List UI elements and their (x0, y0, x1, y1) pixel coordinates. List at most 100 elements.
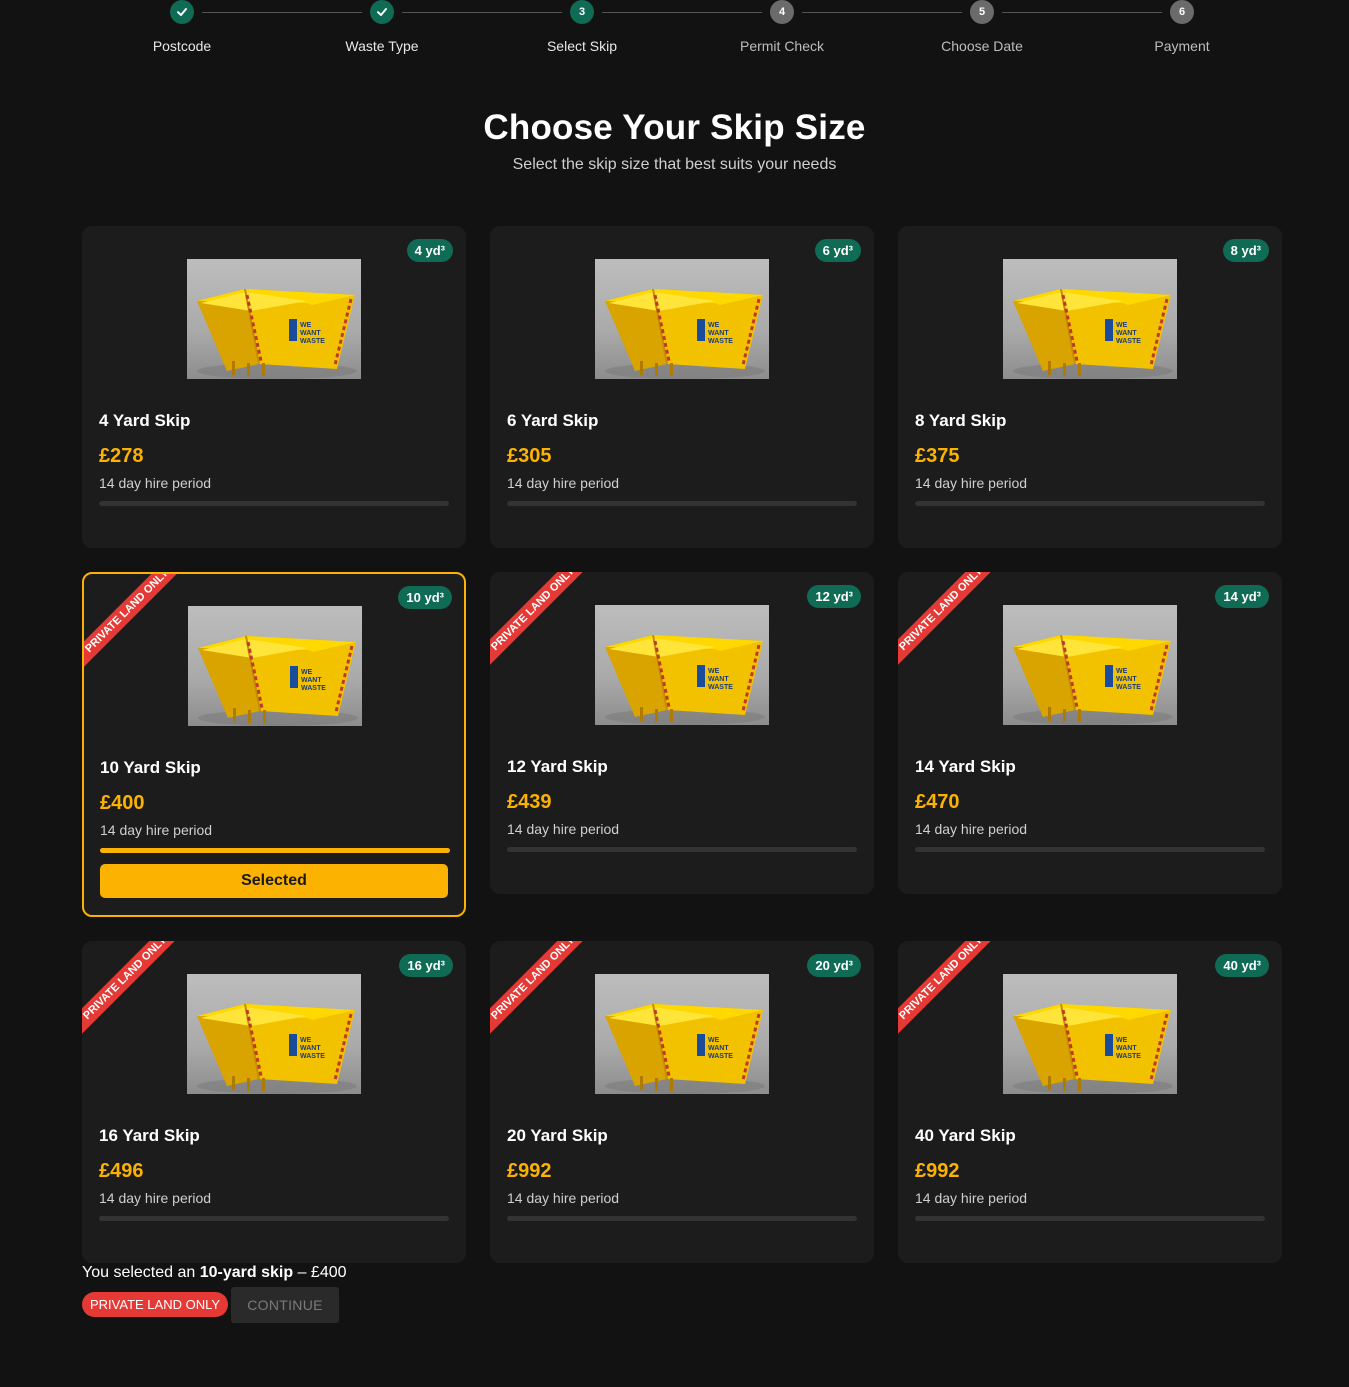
check-icon (370, 0, 394, 24)
step-label: Choose Date (941, 38, 1023, 54)
hire-period: 14 day hire period (507, 1190, 620, 1206)
skip-image: WE WANT WASTE (595, 259, 769, 379)
selection-bar (507, 501, 857, 506)
step-4: 4 Permit Check (682, 0, 882, 54)
step-number: 3 (570, 0, 594, 24)
size-badge: 14 yd³ (1215, 585, 1269, 608)
skip-title: 8 Yard Skip (915, 411, 1007, 430)
hire-period: 14 day hire period (99, 475, 212, 491)
skip-image: WE WANT WASTE (187, 974, 361, 1094)
private-land-ribbon: PRIVATE LAND ONLY (84, 574, 187, 671)
svg-text:WASTE: WASTE (1116, 684, 1141, 691)
size-badge: 40 yd³ (1215, 954, 1269, 977)
skip-card[interactable]: WE WANT WASTE PRIVATE LAND ONLY 12 yd³ 12 Yar… (490, 572, 874, 894)
hire-period: 14 day hire period (915, 475, 1028, 491)
skip-card[interactable]: WE WANT WASTE PRIVATE LAND ONLY 16 yd³ 16 Yar… (82, 941, 466, 1263)
step-label: Waste Type (345, 38, 419, 54)
step-1: Postcode (82, 0, 282, 54)
step-number: 6 (1170, 0, 1194, 24)
svg-text:WASTE: WASTE (708, 338, 733, 345)
private-land-ribbon: PRIVATE LAND ONLY (898, 572, 1001, 669)
skip-title: 6 Yard Skip (507, 411, 599, 430)
skip-price: £400 (100, 792, 145, 814)
skip-title: 10 Yard Skip (100, 758, 201, 777)
svg-text:WE: WE (300, 1037, 312, 1044)
hire-period: 14 day hire period (915, 821, 1028, 837)
selection-bar (915, 847, 1265, 852)
selection-bar (915, 1216, 1265, 1221)
skip-title: 4 Yard Skip (99, 411, 191, 430)
selection-summary: You selected an 10-yard skip – £400 (82, 1264, 347, 1282)
selected-button[interactable]: Selected (100, 864, 448, 898)
private-land-ribbon: PRIVATE LAND ONLY (82, 941, 185, 1038)
page-title: Choose Your Skip Size (483, 108, 866, 147)
skip-card[interactable]: WE WANT WASTE PRIVATE LAND ONLY 20 yd³ 20 Yar… (490, 941, 874, 1263)
page-heading: Choose Your Skip Size Select the skip si… (0, 108, 1349, 174)
continue-button[interactable]: CONTINUE (231, 1287, 339, 1323)
skip-price: £439 (507, 791, 552, 813)
skip-price: £305 (507, 445, 552, 467)
skip-title: 16 Yard Skip (99, 1126, 200, 1145)
private-land-ribbon: PRIVATE LAND ONLY (490, 941, 593, 1038)
skip-image: WE WANT WASTE (595, 605, 769, 725)
size-badge: 6 yd³ (814, 239, 861, 262)
step-number: 4 (770, 0, 794, 24)
private-land-pill: PRIVATE LAND ONLY (82, 1292, 229, 1317)
skip-card[interactable]: WE WANT WASTE 6 yd³ 6 Yard Skip £305 14 day hi… (490, 226, 874, 548)
skip-price: £375 (915, 445, 960, 467)
step-number: 5 (970, 0, 994, 24)
skip-image: WE WANT WASTE (187, 259, 361, 379)
skip-card[interactable]: WE WANT WASTE PRIVATE LAND ONLY 10 yd³ 10 Yar… (82, 572, 466, 917)
skip-price: £992 (507, 1160, 552, 1182)
svg-text:WASTE: WASTE (1116, 338, 1141, 345)
selection-bar (507, 847, 857, 852)
summary-size: 10-yard skip (199, 1264, 294, 1281)
private-land-ribbon: PRIVATE LAND ONLY (490, 572, 593, 669)
svg-text:WANT: WANT (708, 676, 729, 683)
svg-text:WE: WE (708, 322, 720, 329)
skip-card[interactable]: WE WANT WASTE 8 yd³ 8 Yard Skip £375 14 day hi… (898, 226, 1282, 548)
private-land-ribbon: PRIVATE LAND ONLY (898, 941, 1001, 1038)
skip-title: 12 Yard Skip (507, 757, 608, 776)
svg-text:WASTE: WASTE (1116, 1053, 1141, 1060)
skip-title: 40 Yard Skip (915, 1126, 1016, 1145)
selection-bar (99, 501, 449, 506)
svg-text:WE: WE (708, 1037, 720, 1044)
hire-period: 14 day hire period (507, 821, 620, 837)
svg-text:WASTE: WASTE (708, 1053, 733, 1060)
svg-text:WE: WE (301, 669, 313, 676)
svg-text:WE: WE (1116, 668, 1128, 675)
size-badge: 12 yd³ (807, 585, 861, 608)
size-badge: 10 yd³ (398, 586, 452, 609)
skip-card[interactable]: WE WANT WASTE PRIVATE LAND ONLY 14 yd³ 14 Yar… (898, 572, 1282, 894)
skip-price: £496 (99, 1160, 144, 1182)
size-badge: 8 yd³ (1222, 239, 1269, 262)
svg-text:WE: WE (708, 668, 720, 675)
svg-text:WANT: WANT (708, 330, 729, 337)
skip-title: 20 Yard Skip (507, 1126, 608, 1145)
page-subtitle: Select the skip size that best suits you… (512, 156, 837, 173)
svg-text:WASTE: WASTE (300, 1053, 325, 1060)
skip-image: WE WANT WASTE (188, 606, 362, 726)
step-label: Select Skip (546, 38, 618, 54)
hire-period: 14 day hire period (100, 822, 213, 838)
svg-text:WE: WE (1116, 1037, 1128, 1044)
step-3: 3 Select Skip (482, 0, 682, 54)
svg-text:WANT: WANT (300, 330, 321, 337)
skip-card[interactable]: WE WANT WASTE PRIVATE LAND ONLY 40 yd³ 40 Yar… (898, 941, 1282, 1263)
skip-image: WE WANT WASTE (1003, 605, 1177, 725)
skip-image: WE WANT WASTE (1003, 259, 1177, 379)
skip-image: WE WANT WASTE (1003, 974, 1177, 1094)
size-badge: 20 yd³ (807, 954, 861, 977)
svg-text:WASTE: WASTE (300, 338, 325, 345)
skip-price: £992 (915, 1160, 960, 1182)
progress-stepper: Postcode Waste Type 3 Select Skip 4 Permit Ch… (82, 0, 1282, 70)
size-badge: 4 yd³ (406, 239, 453, 262)
step-2: Waste Type (282, 0, 482, 54)
svg-text:WANT: WANT (301, 677, 322, 684)
svg-text:WE: WE (300, 322, 312, 329)
skip-card[interactable]: WE WANT WASTE 4 yd³ 4 Yard Skip £278 14 day hi… (82, 226, 466, 548)
size-badge: 16 yd³ (399, 954, 453, 977)
svg-text:WASTE: WASTE (708, 684, 733, 691)
selection-bar (915, 501, 1265, 506)
